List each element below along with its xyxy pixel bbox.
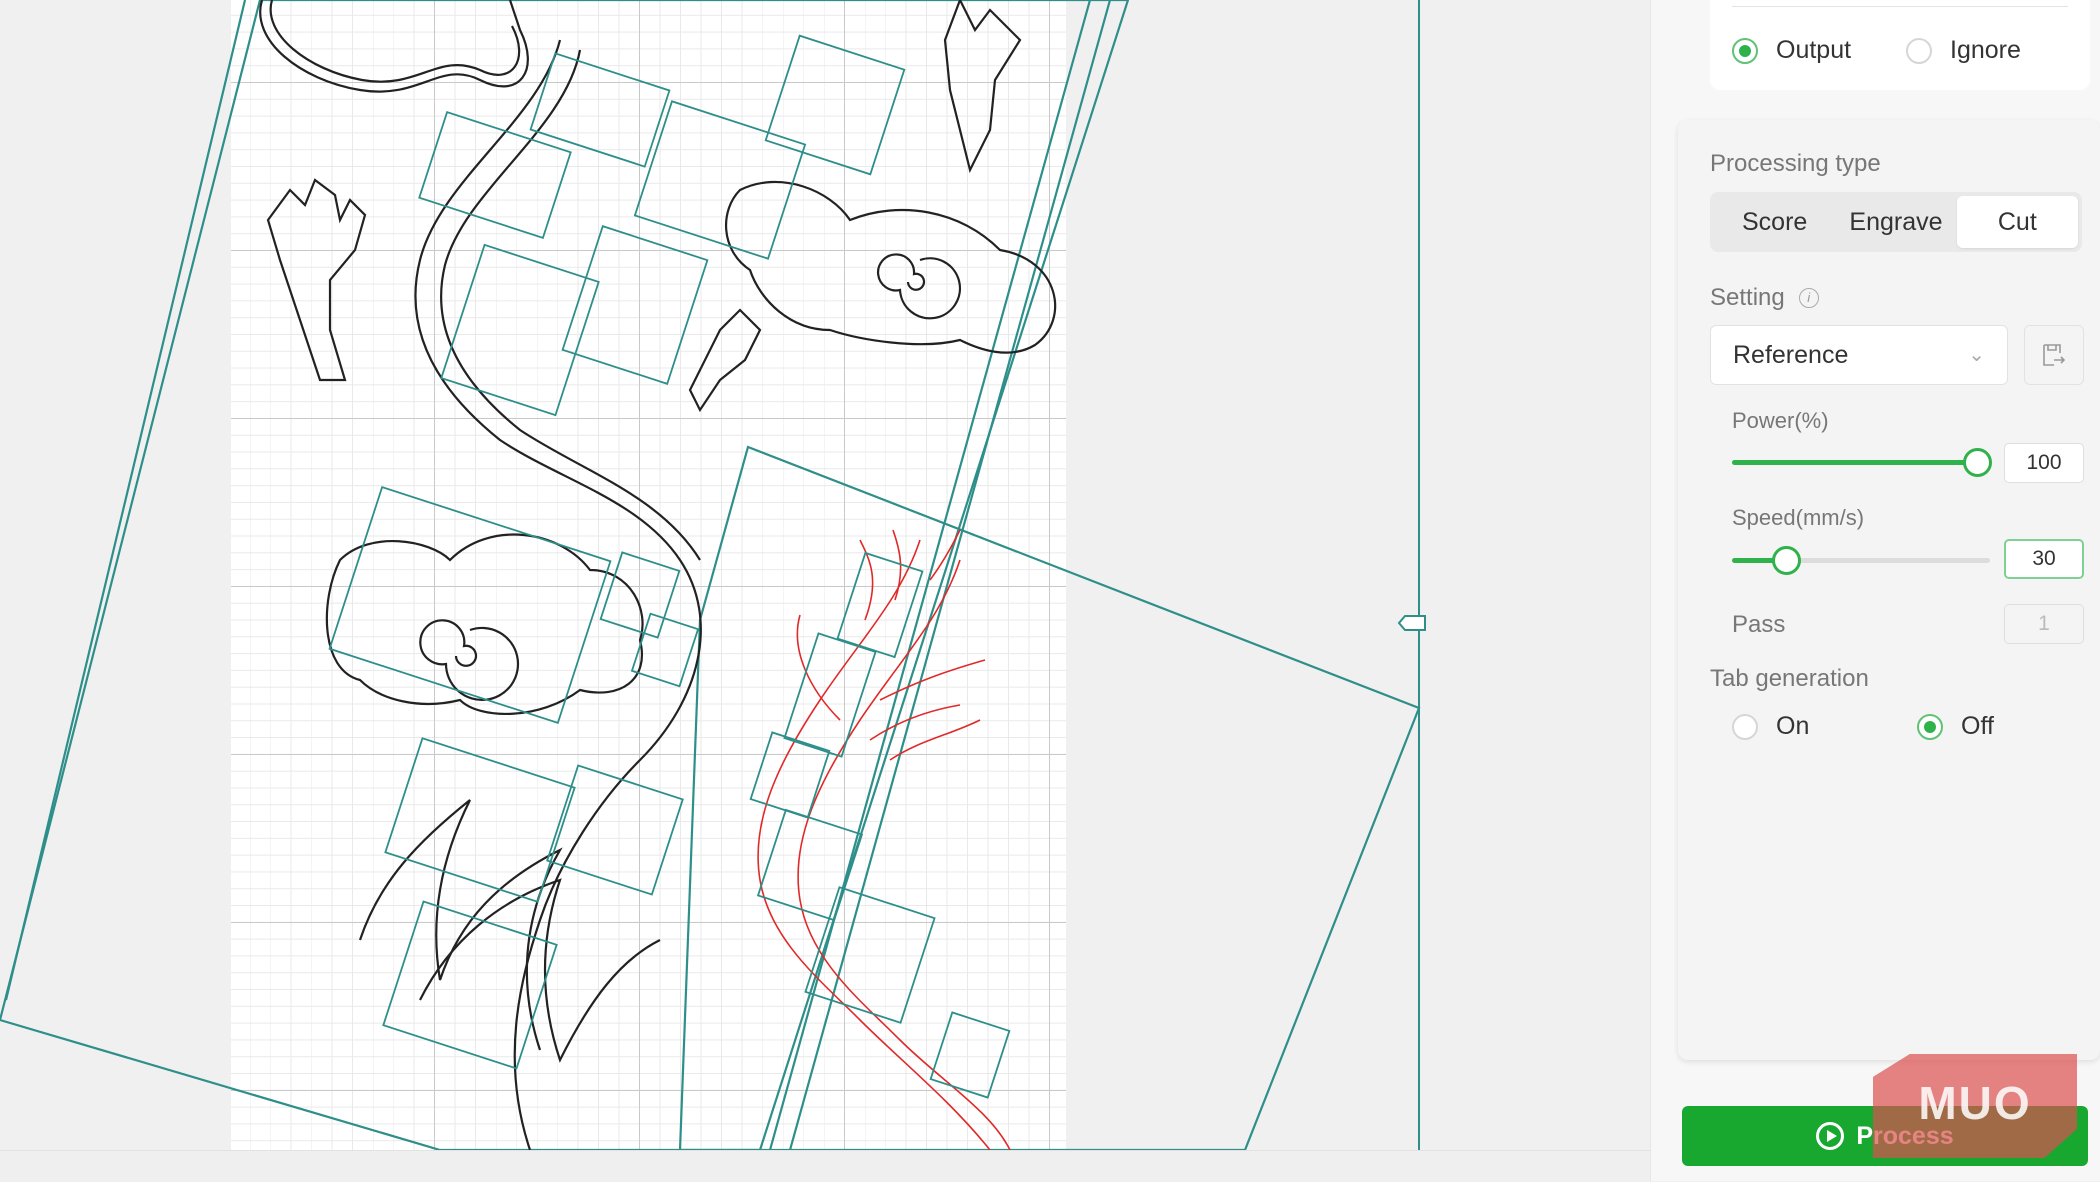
- radio-ignore-indicator[interactable]: [1906, 37, 1932, 64]
- radio-tab-off[interactable]: Off: [1917, 712, 1994, 741]
- element-bbox: [529, 52, 671, 168]
- processing-type-label: Processing type: [1710, 150, 1881, 177]
- cloud-spiral-left: [419, 619, 520, 701]
- speed-slider[interactable]: [1732, 546, 1990, 575]
- speed-slider-thumb[interactable]: [1772, 546, 1802, 575]
- element-bbox: [749, 731, 831, 819]
- element-bbox: [599, 551, 681, 639]
- dragon-body-black: [414, 39, 702, 1150]
- tab-engrave[interactable]: Engrave: [1835, 196, 1956, 248]
- setting-label-row: Setting i: [1710, 284, 1819, 312]
- processing-type-segmented: Score Engrave Cut: [1710, 192, 2082, 252]
- power-slider[interactable]: [1732, 448, 1992, 477]
- rotate-handle[interactable]: [1397, 615, 1426, 631]
- element-bbox: [418, 110, 572, 240]
- design-artwork[interactable]: [0, 0, 1650, 1150]
- processing-card: [1678, 120, 2100, 1060]
- selection-frame-inner: [4, 0, 247, 1001]
- flame-red-2: [869, 659, 986, 761]
- radio-tab-off-label: Off: [1961, 712, 1994, 740]
- cloud-shape-top: [259, 0, 529, 93]
- power-slider-fill: [1732, 460, 1977, 465]
- element-bbox: [764, 34, 906, 176]
- radio-tab-on-label: On: [1776, 712, 1810, 740]
- watermark-logo: MUO: [1873, 1054, 2077, 1158]
- divider: [1732, 6, 2068, 7]
- element-bbox: [836, 551, 924, 659]
- dragon-claw-left: [266, 178, 367, 382]
- cut-group-bounds: [678, 445, 1421, 1150]
- pass-input[interactable]: 1: [2004, 604, 2084, 644]
- speed-input[interactable]: 30: [2004, 539, 2084, 579]
- tab-cut[interactable]: Cut: [1956, 196, 2078, 248]
- flame-black-lower-2: [419, 878, 661, 1063]
- cloud-spiral-right: [876, 253, 962, 320]
- power-label: Power(%): [1732, 408, 1829, 433]
- element-bbox: [633, 100, 807, 260]
- save-preset-button[interactable]: [2024, 325, 2084, 385]
- tab-generation-label: Tab generation: [1710, 665, 1869, 692]
- speed-label: Speed(mm/s): [1732, 505, 1865, 530]
- play-circle-icon: [1816, 1122, 1845, 1150]
- cloud-shape-right: [724, 180, 1057, 354]
- radio-tab-on-indicator[interactable]: [1732, 713, 1758, 740]
- radio-tab-off-indicator[interactable]: [1917, 713, 1943, 740]
- design-canvas[interactable]: [0, 0, 1650, 1150]
- element-bbox: [783, 632, 877, 758]
- setting-dropdown[interactable]: Reference ⌄: [1710, 325, 2008, 385]
- radio-ignore-label: Ignore: [1950, 36, 2021, 64]
- setting-label: Setting: [1710, 284, 1785, 311]
- dragon-claw-top: [943, 0, 1022, 174]
- setting-dropdown-value: Reference: [1733, 341, 1849, 369]
- info-icon[interactable]: i: [1798, 288, 1819, 308]
- cloud-shape-top-inner: [269, 0, 521, 83]
- dragon-body-black-2: [440, 49, 701, 561]
- element-bbox: [756, 808, 864, 922]
- radio-ignore[interactable]: Ignore: [1906, 36, 2021, 65]
- element-bbox: [561, 225, 709, 385]
- element-bbox: [440, 243, 600, 417]
- tab-score[interactable]: Score: [1714, 196, 1835, 248]
- chevron-down-icon: ⌄: [1968, 344, 1985, 366]
- power-slider-thumb[interactable]: [1963, 448, 1992, 477]
- radio-output[interactable]: Output: [1732, 36, 1851, 65]
- canvas-scrollbar[interactable]: [0, 1150, 1650, 1182]
- element-bbox: [328, 485, 612, 725]
- save-preset-icon: [2043, 344, 2066, 366]
- cloud-shape-left: [325, 533, 644, 715]
- element-bbox: [384, 737, 576, 903]
- radio-tab-on[interactable]: On: [1732, 712, 1809, 741]
- radio-output-indicator[interactable]: [1732, 37, 1758, 64]
- pass-label: Pass: [1732, 611, 1786, 638]
- radio-output-label: Output: [1776, 36, 1852, 64]
- dragon-claw-mid: [688, 308, 762, 413]
- element-bbox: [929, 1011, 1011, 1099]
- power-input[interactable]: 100: [2004, 443, 2084, 483]
